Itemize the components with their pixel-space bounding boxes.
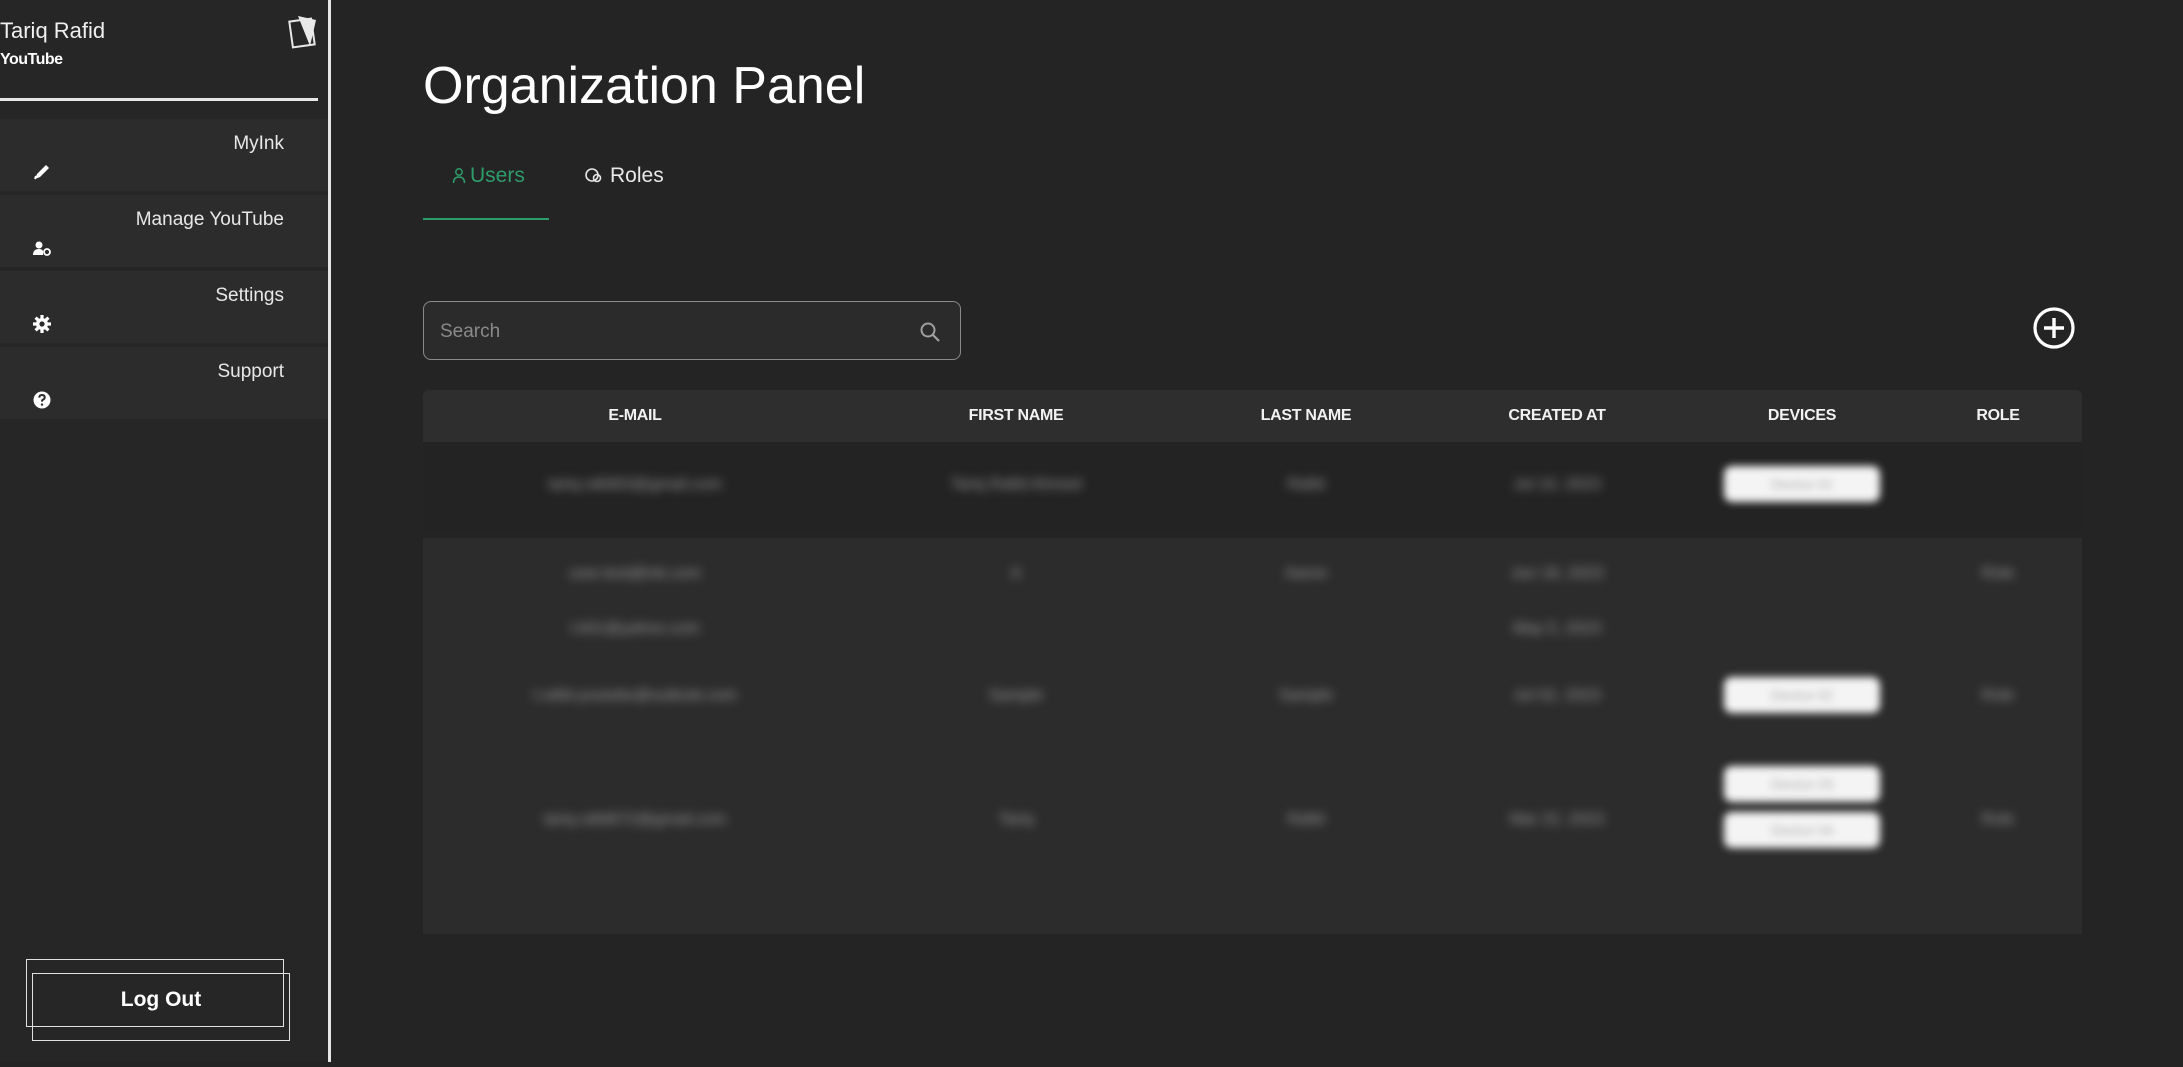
cell-email: tariq.rafid03@gmail.com [548, 476, 722, 493]
cell-last-name: Aaron [1284, 565, 1328, 582]
column-header-role[interactable]: ROLE [1976, 407, 2020, 425]
sidebar-item-settings[interactable]: Settings [0, 271, 328, 343]
device-chip[interactable]: Device 04 [1724, 812, 1880, 848]
cell-email: t.rafid.youtube@outlook.com [533, 687, 737, 704]
tab-label: Roles [610, 164, 664, 187]
device-chip[interactable]: Device 03 [1724, 766, 1880, 802]
roles-icon [585, 168, 602, 183]
user-gear-icon [33, 241, 51, 256]
sidebar-item-myink[interactable]: MyInk [0, 119, 328, 191]
device-chip[interactable]: Device 01 [1724, 466, 1880, 502]
pen-icon [34, 165, 49, 180]
sidebar: Tariq Rafid YouTube MyInk Manage YouTube… [0, 0, 331, 1062]
cell-first-name: Tariq [998, 811, 1034, 828]
column-header-last-name[interactable]: LAST NAME [1261, 407, 1352, 425]
cell-last-name: Rafid [1287, 476, 1325, 493]
logout-button[interactable]: Log Out [32, 973, 290, 1027]
device-chip-label: Device 02 [1770, 687, 1834, 703]
column-header-devices[interactable]: DEVICES [1768, 407, 1836, 425]
help-circle-icon [33, 391, 51, 409]
table-header: E-MAIL FIRST NAME LAST NAME CREATED AT D… [423, 390, 2082, 442]
table-row[interactable]: t.rafid.youtube@outlook.com Sample Sampl… [423, 654, 2082, 738]
cell-first-name: A [1010, 565, 1022, 582]
cell-created-at: Jul 02, 2023 [1513, 687, 1601, 704]
cell-created-at: May 5, 2023 [1512, 620, 1602, 637]
cell-last-name: Rafid [1287, 811, 1325, 828]
table-row[interactable]: tariq.rafid072@gmail.com Tariq Rafid Mar… [423, 738, 2082, 934]
column-header-created-at[interactable]: CREATED AT [1508, 407, 1605, 425]
device-chip-label: Device 03 [1770, 776, 1834, 792]
user-name: Tariq Rafid [0, 18, 106, 43]
sidebar-item-label: Settings [215, 285, 284, 306]
search-icon[interactable] [918, 320, 942, 344]
sidebar-item-label: Support [217, 361, 284, 382]
users-table: E-MAIL FIRST NAME LAST NAME CREATED AT D… [423, 390, 2082, 940]
cell-last-name: Sample [1278, 687, 1334, 704]
plus-circle-icon[interactable] [2032, 306, 2076, 350]
cell-role: Role [1981, 565, 2015, 582]
page-title: Organization Panel [423, 57, 866, 115]
table-row[interactable]: tariq.rafid03@gmail.com Tariq Rafid Ahme… [423, 442, 2082, 532]
device-chip-label: Device 04 [1770, 822, 1834, 838]
cell-first-name: Tariq Rafid Ahmed [950, 476, 1082, 493]
search-box [423, 301, 961, 361]
sidebar-item-support[interactable]: Support [0, 347, 328, 419]
search-input[interactable] [438, 302, 902, 361]
cell-role: Role [1981, 687, 2015, 704]
brand-logo-icon [288, 16, 316, 49]
sidebar-item-label: MyInk [233, 133, 284, 154]
tab-roles[interactable]: Roles [584, 164, 664, 188]
organization-name: YouTube [0, 51, 63, 68]
table-row[interactable]: t.k01@yahoo.com May 5, 2023 [423, 598, 2082, 654]
sidebar-item-manage-youtube[interactable]: Manage YouTube [0, 195, 328, 267]
cell-first-name: Sample [988, 687, 1044, 704]
user-divider [0, 98, 318, 101]
cell-created-at: Jul 10, 2023 [1513, 476, 1601, 493]
active-tab-indicator [423, 218, 549, 220]
table-row[interactable]: user.test@ink.com A Aaron Jun 18, 2023 R… [423, 538, 2082, 598]
cell-email: t.k01@yahoo.com [570, 620, 700, 637]
cell-created-at: Jun 18, 2023 [1510, 565, 1604, 582]
sidebar-item-label: Manage YouTube [135, 209, 284, 230]
user-icon [452, 168, 466, 184]
cell-email: user.test@ink.com [569, 565, 701, 582]
cell-created-at: Mar 22, 2023 [1509, 811, 1605, 828]
tab-users[interactable]: Users [452, 164, 525, 188]
device-chip[interactable]: Device 02 [1724, 677, 1880, 713]
cell-role: Role [1981, 811, 2015, 828]
tab-label: Users [470, 164, 525, 187]
table-body: tariq.rafid03@gmail.com Tariq Rafid Ahme… [423, 442, 2082, 940]
device-chip-label: Device 01 [1770, 476, 1834, 492]
column-header-email[interactable]: E-MAIL [608, 407, 662, 425]
gear-icon [33, 315, 51, 333]
user-block: Tariq Rafid YouTube [0, 0, 328, 102]
column-header-first-name[interactable]: FIRST NAME [969, 407, 1064, 425]
logout-area: Log Out [26, 959, 290, 1043]
cell-email: tariq.rafid072@gmail.com [543, 811, 727, 828]
